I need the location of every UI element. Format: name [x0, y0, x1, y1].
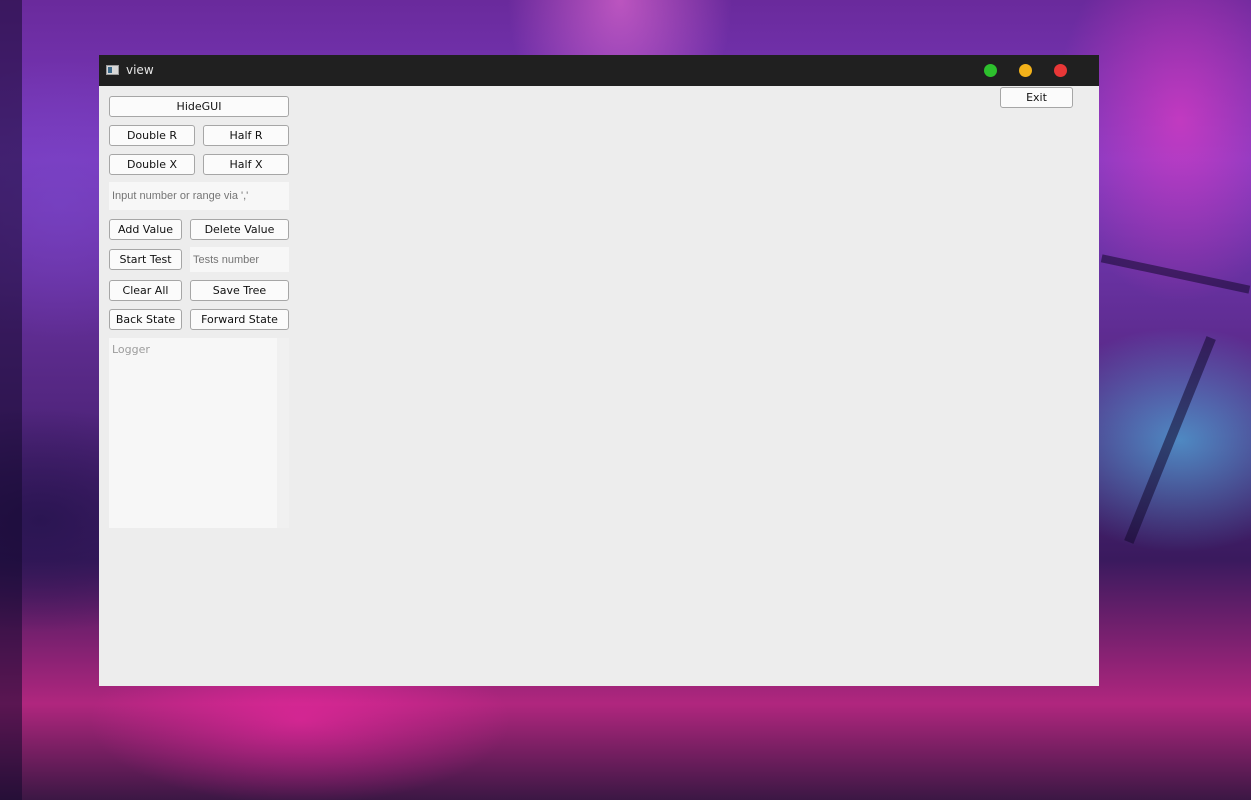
double-x-button[interactable]: Double X	[109, 154, 195, 175]
minimize-button[interactable]	[1019, 64, 1032, 77]
exit-button[interactable]: Exit	[1000, 87, 1073, 108]
wallpaper-shape	[0, 0, 22, 800]
app-window: view Exit HideGUI Double R Half R Double…	[99, 55, 1099, 686]
title-bar[interactable]: view	[99, 55, 1099, 86]
wallpaper-shape	[1100, 254, 1251, 294]
delete-value-button[interactable]: Delete Value	[190, 219, 289, 240]
forward-state-button[interactable]: Forward State	[190, 309, 289, 330]
save-tree-button[interactable]: Save Tree	[190, 280, 289, 301]
start-test-button[interactable]: Start Test	[109, 249, 182, 270]
close-button[interactable]	[1054, 64, 1067, 77]
tests-number-input[interactable]	[190, 247, 289, 272]
logger-placeholder: Logger	[112, 343, 150, 356]
logger-panel[interactable]: Logger	[109, 338, 289, 528]
clear-all-button[interactable]: Clear All	[109, 280, 182, 301]
double-r-button[interactable]: Double R	[109, 125, 195, 146]
window-title: view	[126, 63, 154, 77]
app-window-icon	[106, 65, 119, 75]
logger-scrollbar[interactable]	[277, 338, 289, 528]
wallpaper-shape	[1124, 336, 1216, 544]
back-state-button[interactable]: Back State	[109, 309, 182, 330]
half-x-button[interactable]: Half X	[203, 154, 289, 175]
half-r-button[interactable]: Half R	[203, 125, 289, 146]
hide-gui-button[interactable]: HideGUI	[109, 96, 289, 117]
add-value-button[interactable]: Add Value	[109, 219, 182, 240]
value-range-input[interactable]	[109, 182, 289, 210]
maximize-button[interactable]	[984, 64, 997, 77]
